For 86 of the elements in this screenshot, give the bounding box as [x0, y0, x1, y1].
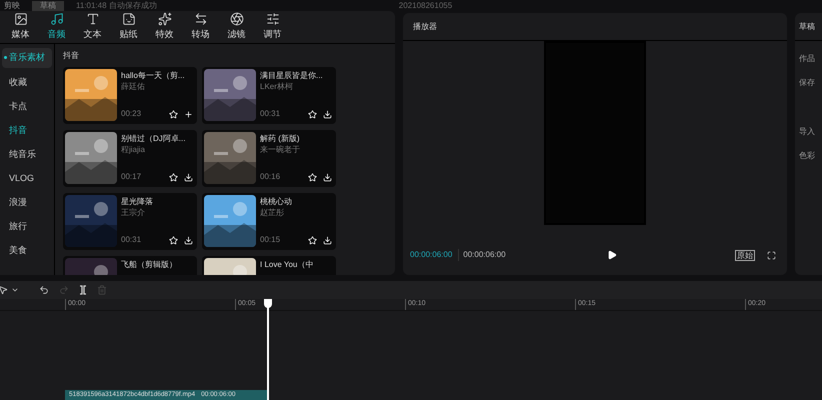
track-card[interactable]: 桃桃心动 赵芷彤 00:15 — [202, 193, 336, 250]
track-card[interactable]: 解药 (新版) 来一碗老于 00:16 — [202, 130, 336, 187]
track-duration: 00:31 — [260, 108, 280, 120]
split-icon[interactable] — [79, 285, 87, 295]
download-icon[interactable] — [184, 236, 193, 244]
track-card[interactable]: hallo每一天（剪... 薛廷佑 00:23 — [63, 67, 197, 124]
track-card[interactable]: 别错过（DJ阿卓... 程jiajia 00:17 — [63, 130, 197, 187]
track-duration: 00:16 — [260, 171, 280, 183]
track-duration: 00:31 — [121, 234, 142, 246]
toolbar-tab[interactable]: 调节 — [256, 12, 289, 42]
track-artist: 薛廷佑 — [121, 81, 146, 92]
sidebar-group[interactable]: 音乐素材 — [2, 48, 52, 68]
sidebar-item[interactable]: 旅行 — [0, 218, 54, 236]
sidebar-item[interactable]: 纯音乐 — [0, 146, 54, 164]
effect-icon — [158, 12, 172, 26]
sidebar-item[interactable]: 收藏 — [0, 74, 54, 92]
bullet-icon — [4, 56, 7, 60]
track-artist: 王宗介 — [121, 207, 146, 218]
track-card[interactable]: I Love You（中 — [202, 256, 336, 275]
toolbar-tab[interactable]: 媒体 — [4, 12, 37, 42]
sticker-icon — [122, 12, 136, 26]
field-label: 导入 — [799, 126, 815, 138]
text-icon — [86, 12, 100, 26]
track-title: hallo每一天（剪... — [121, 70, 185, 81]
toolbar-tab[interactable]: 贴纸 — [112, 12, 145, 42]
toolbar-tab[interactable]: 特效 — [148, 12, 181, 42]
play-button[interactable] — [606, 250, 617, 260]
transition-icon — [194, 12, 208, 26]
toolbar-tab[interactable]: 文本 — [76, 12, 109, 42]
field-label: 保存 — [799, 77, 815, 89]
track-title: 桃桃心动 — [260, 196, 292, 207]
track-title: I Love You（中 — [260, 259, 314, 270]
favorite-icon[interactable] — [169, 236, 178, 244]
track-artist: 来一碗老于 — [260, 144, 301, 155]
sidebar-item[interactable]: VLOG — [0, 170, 54, 188]
section-title: 抖音 — [63, 50, 80, 62]
field-label: 作品 — [799, 53, 815, 65]
draft-badge[interactable]: 草稿 — [32, 0, 64, 10]
track-duration: 00:17 — [121, 171, 142, 183]
field-label: 色彩 — [799, 150, 815, 162]
track-title: 星光降落 — [121, 196, 153, 207]
adjust-icon — [266, 12, 280, 26]
favorite-icon[interactable] — [308, 236, 317, 244]
sidebar-item[interactable]: 卡点 — [0, 98, 54, 116]
app-title: 剪映 — [4, 0, 20, 10]
total-time: 00:00:06:00 — [458, 249, 506, 261]
filter-icon — [230, 12, 244, 26]
caret-icon[interactable] — [11, 286, 19, 294]
toolbar-tab[interactable]: 滤镜 — [220, 12, 253, 42]
track-title: 飞船（剪辑版） — [121, 259, 177, 270]
save-status: 11:01:48 自动保存成功 — [76, 0, 157, 10]
track-title: 满目星辰皆是你... — [260, 70, 323, 81]
toolbar-tab[interactable]: 音频 — [40, 12, 73, 42]
sidebar-item[interactable]: 抖音 — [0, 122, 54, 140]
download-icon[interactable] — [323, 172, 332, 182]
download-icon[interactable] — [184, 172, 193, 182]
sidebar-item[interactable]: 浪漫 — [0, 194, 54, 212]
track-card[interactable]: 飞船（剪辑版） — [63, 256, 197, 275]
toolbar-tab[interactable]: 转场 — [184, 12, 217, 42]
media-icon — [14, 12, 28, 26]
track-title: 解药 (新版) — [260, 133, 300, 144]
add-icon[interactable] — [184, 110, 193, 118]
track-duration: 00:23 — [121, 108, 142, 120]
download-icon[interactable] — [323, 110, 332, 118]
ratio-button[interactable]: 原始 — [735, 250, 755, 260]
player-title: 播放器 — [413, 20, 437, 32]
favorite-icon[interactable] — [169, 110, 178, 118]
favorite-icon[interactable] — [308, 172, 317, 182]
undo-icon[interactable] — [39, 285, 49, 295]
track-duration: 00:15 — [260, 234, 280, 246]
fullscreen-icon[interactable] — [767, 250, 776, 260]
project-name: 202108261055 — [398, 0, 452, 10]
pointer-icon[interactable] — [0, 285, 8, 295]
favorite-icon[interactable] — [169, 172, 178, 182]
track-artist: LKer林柯 — [260, 81, 294, 92]
track-card[interactable]: 满目星辰皆是你... LKer林柯 00:31 — [202, 67, 336, 124]
download-icon[interactable] — [323, 236, 332, 244]
track-title: 别错过（DJ阿卓... — [121, 133, 186, 144]
audio-icon — [50, 12, 64, 26]
favorite-icon[interactable] — [308, 110, 317, 118]
track-artist: 程jiajia — [121, 144, 146, 155]
track-artist: 赵芷彤 — [260, 207, 285, 218]
track-card[interactable]: 星光降落 王宗介 00:31 — [63, 193, 197, 250]
sidebar-item[interactable]: 美食 — [0, 242, 54, 260]
current-time: 00:00:06:00 — [410, 249, 452, 261]
draft-panel-title: 草稿 — [799, 20, 815, 32]
